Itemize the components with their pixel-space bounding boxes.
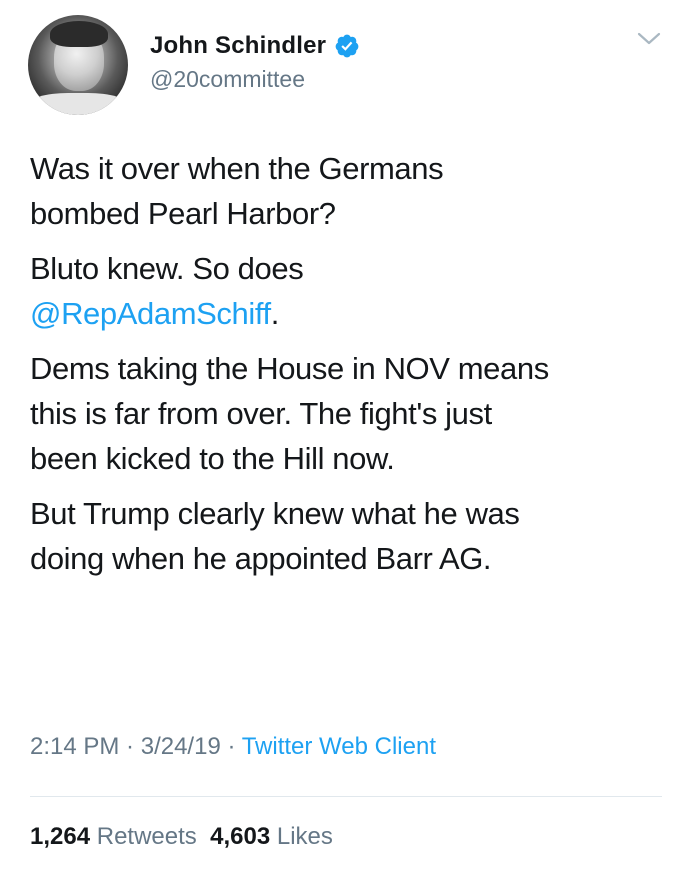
meta-separator: · <box>220 733 242 760</box>
avatar-shirt <box>28 93 128 115</box>
avatar[interactable] <box>28 15 128 115</box>
tweet-line: Bluto knew. So does <box>30 251 304 286</box>
tweet-client-link[interactable]: Twitter Web Client <box>242 733 436 760</box>
user-name-row: John Schindler <box>150 30 360 62</box>
verified-badge-icon <box>335 34 359 58</box>
tweet-line: this is far from over. The fight's just <box>30 396 492 431</box>
tweet-line: bombed Pearl Harbor? <box>30 196 336 231</box>
tweet-line: Dems taking the House in NOV means <box>30 351 549 386</box>
avatar-hair <box>50 21 108 47</box>
retweets-count: 1,264 <box>30 823 91 850</box>
user-handle[interactable]: @20committee <box>150 66 305 93</box>
chevron-down-icon[interactable] <box>636 31 662 47</box>
tweet-line: But Trump clearly knew what he was <box>30 496 520 531</box>
retweets-stat[interactable]: 1,264 Retweets <box>30 823 197 850</box>
tweet-paragraph: Bluto knew. So does @RepAdamSchiff. <box>30 246 670 336</box>
tweet-period: . <box>270 296 280 331</box>
divider <box>30 796 662 797</box>
tweet-line: been kicked to the Hill now. <box>30 441 395 476</box>
user-display-name[interactable]: John Schindler <box>150 32 326 60</box>
tweet-paragraph: Was it over when the Germans bombed Pear… <box>30 146 670 236</box>
likes-stat[interactable]: 4,603 Likes <box>210 823 333 850</box>
tweet-paragraph: But Trump clearly knew what he was doing… <box>30 491 670 581</box>
tweet-line: Was it over when the Germans <box>30 151 444 186</box>
mention-link[interactable]: @RepAdamSchiff <box>30 296 271 331</box>
tweet-date[interactable]: 3/24/19 <box>141 733 221 760</box>
retweets-label: Retweets <box>96 823 197 850</box>
meta-separator: · <box>119 733 141 760</box>
tweet-time[interactable]: 2:14 PM <box>30 733 119 760</box>
likes-count: 4,603 <box>210 823 271 850</box>
tweet-meta: 2:14 PM · 3/24/19 · Twitter Web Client <box>30 733 436 761</box>
tweet-paragraph: Dems taking the House in NOV means this … <box>30 346 670 481</box>
tweet-line: doing when he appointed Barr AG. <box>30 541 492 576</box>
tweet-stats: 1,264 Retweets 4,603 Likes <box>30 823 333 851</box>
tweet-text: Was it over when the Germans bombed Pear… <box>30 146 670 591</box>
likes-label: Likes <box>276 823 333 850</box>
